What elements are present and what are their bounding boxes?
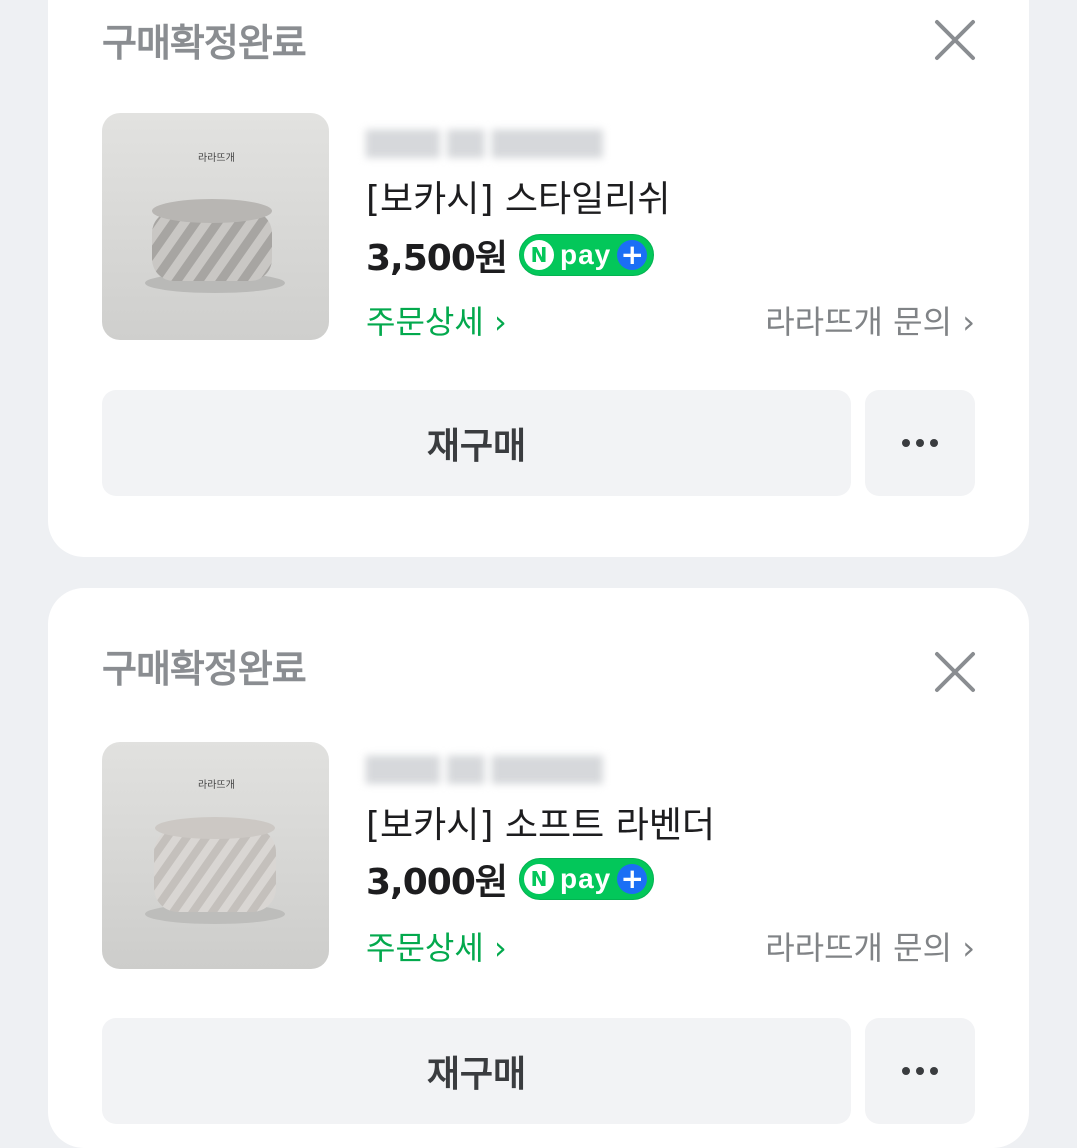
- order-detail-label: 주문상세: [366, 303, 484, 341]
- order-detail-link[interactable]: 주문상세 ›: [366, 297, 507, 343]
- product-name[interactable]: [보카시] 소프트 라벤더: [366, 796, 715, 848]
- rebuy-button[interactable]: 재구매: [102, 1018, 851, 1124]
- naver-n-icon: N: [524, 240, 554, 270]
- order-status: 구매확정완료: [102, 647, 307, 691]
- plus-icon: +: [617, 864, 648, 894]
- plus-icon: +: [617, 240, 648, 270]
- more-icon: [902, 1067, 910, 1075]
- seller-inquiry-link[interactable]: 라라뜨개 문의 ›: [765, 923, 975, 969]
- product-price: 3,000원: [366, 862, 508, 903]
- thumb-label: 라라뜨개: [198, 779, 235, 791]
- chevron-right-icon: ›: [483, 303, 507, 341]
- more-icon-dot: [916, 439, 924, 447]
- more-icon-dot: [930, 439, 938, 447]
- blurred-text: ████ ██ ██████: [366, 130, 603, 158]
- blurred-text: ████ ██ ██████: [366, 756, 603, 784]
- more-icon: [902, 439, 910, 447]
- order-detail-link[interactable]: 주문상세 ›: [366, 923, 507, 969]
- npay-plus-badge[interactable]: N pay +: [519, 234, 655, 276]
- seller-inquiry-label: 라라뜨개 문의: [765, 303, 953, 341]
- more-icon-dot: [916, 1067, 924, 1075]
- chevron-right-icon: ›: [483, 929, 507, 967]
- rebuy-button[interactable]: 재구매: [102, 390, 851, 496]
- product-name[interactable]: [보카시] 스타일리쉬: [366, 170, 671, 222]
- order-card: 구매확정완료 라라뜨개 ████ ██ ██████ [보카시] 소프트 라벤더…: [48, 588, 1029, 1148]
- order-card: 구매확정완료 라라뜨개 ████ ██ ██████ [보카시] 스타일리쉬 3…: [48, 0, 1029, 557]
- product-price: 3,500원: [366, 238, 508, 279]
- more-options-button[interactable]: [865, 390, 975, 496]
- product-thumbnail[interactable]: 라라뜨개: [102, 742, 329, 969]
- chevron-right-icon: ›: [952, 303, 975, 341]
- seller-inquiry-label: 라라뜨개 문의: [765, 929, 953, 967]
- price-row: 3,500원 N pay +: [366, 232, 655, 279]
- order-status: 구매확정완료: [102, 21, 307, 65]
- seller-inquiry-link[interactable]: 라라뜨개 문의 ›: [765, 297, 975, 343]
- close-icon[interactable]: [931, 16, 979, 64]
- naver-n-icon: N: [524, 864, 554, 894]
- more-icon-dot: [930, 1067, 938, 1075]
- price-row: 3,000원 N pay +: [366, 856, 655, 903]
- close-icon[interactable]: [931, 648, 979, 696]
- npay-label: pay: [560, 863, 612, 894]
- npay-plus-badge[interactable]: N pay +: [519, 858, 655, 900]
- order-detail-label: 주문상세: [366, 929, 484, 967]
- npay-label: pay: [560, 239, 612, 270]
- thumb-label: 라라뜨개: [198, 152, 235, 164]
- more-options-button[interactable]: [865, 1018, 975, 1124]
- chevron-right-icon: ›: [952, 929, 975, 967]
- product-thumbnail[interactable]: 라라뜨개: [102, 113, 329, 340]
